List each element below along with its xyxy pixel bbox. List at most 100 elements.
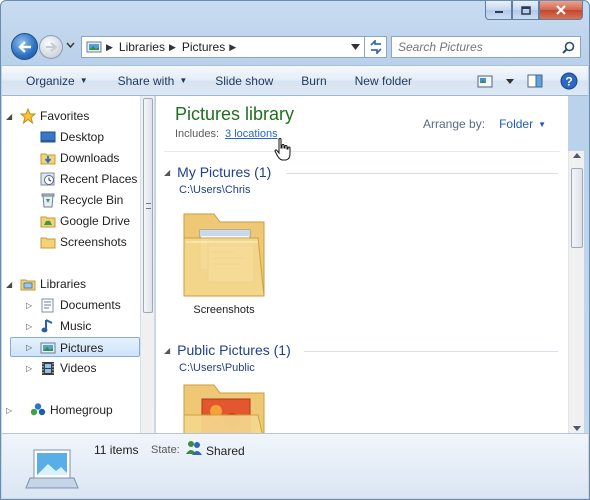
folder-item-screenshots[interactable]: Screenshots	[174, 208, 274, 320]
nav-scrollbar-thumb[interactable]	[143, 98, 153, 313]
collapsed-triangle-icon[interactable]: ▷	[6, 406, 12, 415]
header-divider	[164, 151, 560, 152]
burn-button[interactable]: Burn	[293, 69, 334, 93]
nav-item-screenshots[interactable]: Screenshots	[40, 232, 138, 252]
grip-icon	[146, 203, 151, 209]
nav-item-label: Screenshots	[60, 235, 127, 249]
nav-item-label: Favorites	[40, 109, 90, 123]
breadcrumb-pictures[interactable]: Pictures	[182, 40, 225, 54]
hand-cursor-icon	[274, 138, 291, 161]
maximize-button[interactable]	[512, 1, 539, 20]
address-bar[interactable]: ▶ Libraries ▶ Pictures ▶	[81, 36, 365, 58]
nav-homegroup[interactable]: ▷ Homegroup	[6, 400, 138, 420]
nav-item-pictures[interactable]: ▷ Pictures	[10, 337, 140, 357]
folder-with-screenshots-icon	[183, 213, 265, 297]
google-drive-folder-icon	[40, 216, 56, 228]
caption-buttons	[485, 1, 583, 20]
preview-pane-button[interactable]	[522, 69, 548, 93]
arrange-by-label: Arrange by:	[423, 117, 486, 131]
search-input[interactable]	[398, 40, 548, 54]
group-collapse-icon[interactable]: ◢	[164, 168, 170, 177]
nav-favorites[interactable]: ◢ Favorites	[6, 106, 138, 126]
minimize-button[interactable]	[485, 1, 512, 20]
new-folder-button[interactable]: New folder	[347, 69, 420, 93]
address-dropdown-icon[interactable]	[351, 44, 360, 50]
maximize-icon	[520, 5, 531, 15]
refresh-button[interactable]	[365, 36, 387, 58]
shared-users-icon	[186, 441, 202, 455]
search-icon[interactable]	[562, 41, 575, 54]
address-row: ▶ Libraries ▶ Pictures ▶	[9, 31, 581, 63]
nav-item-recent-places[interactable]: Recent Places	[40, 169, 138, 189]
close-button[interactable]	[539, 1, 583, 20]
nav-item-label: Documents	[60, 298, 121, 312]
nav-item-label: Libraries	[40, 277, 87, 291]
nav-item-google-drive[interactable]: Google Drive	[40, 211, 138, 231]
pictures-library-icon	[86, 41, 102, 53]
expanded-triangle-icon[interactable]: ◢	[6, 280, 12, 289]
close-icon	[556, 5, 566, 15]
collapsed-triangle-icon[interactable]: ▷	[26, 322, 32, 331]
content-scrollbar-thumb[interactable]	[571, 168, 583, 248]
view-options-icon	[477, 75, 493, 87]
library-includes: Includes: 3 locations	[175, 128, 278, 140]
nav-item-videos[interactable]: ▷ Videos	[26, 358, 138, 378]
slide-show-button[interactable]: Slide show	[207, 69, 281, 93]
share-with-button[interactable]: Share with ▼	[110, 69, 196, 93]
pictures-library-large-icon	[25, 449, 79, 489]
desktop-icon	[40, 131, 56, 143]
music-note-icon	[41, 319, 53, 333]
folder-with-pictures-icon	[183, 384, 265, 433]
forward-button[interactable]	[39, 35, 63, 59]
recycle-bin-icon	[41, 193, 55, 208]
arrange-by-dropdown[interactable]: Folder	[499, 117, 533, 131]
breadcrumb-separator[interactable]: ▶	[169, 42, 176, 53]
collapsed-triangle-icon[interactable]: ▷	[26, 301, 32, 310]
scroll-down-arrow-icon[interactable]	[573, 426, 581, 431]
nav-item-downloads[interactable]: Downloads	[40, 148, 138, 168]
breadcrumb-separator[interactable]: ▶	[229, 42, 236, 53]
group-header-public-pictures[interactable]: ◢ Public Pictures (1)	[164, 342, 291, 358]
content-scrollbar[interactable]	[568, 151, 584, 433]
breadcrumb-libraries[interactable]: Libraries	[119, 40, 165, 54]
group-title: My Pictures (1)	[177, 164, 272, 180]
search-box[interactable]	[391, 36, 581, 58]
nav-item-label: Recent Places	[60, 172, 138, 186]
nav-item-recycle-bin[interactable]: Recycle Bin	[40, 190, 138, 210]
nav-libraries[interactable]: ◢ Libraries	[6, 274, 138, 294]
film-strip-icon	[42, 362, 54, 375]
change-view-button[interactable]	[472, 69, 498, 93]
back-button[interactable]	[11, 33, 38, 60]
nav-item-music[interactable]: ▷ Music	[26, 316, 138, 336]
command-bar: Organize ▼ Share with ▼ Slide show Burn Ne…	[2, 65, 588, 96]
nav-item-label: Pictures	[60, 341, 104, 355]
file-item-label: Screenshots	[193, 304, 255, 316]
nav-item-label: Downloads	[60, 151, 120, 165]
item-count: 11 items	[94, 443, 139, 457]
nav-item-documents[interactable]: ▷ Documents	[26, 295, 138, 315]
collapsed-triangle-icon[interactable]: ▷	[26, 364, 32, 373]
collapsed-triangle-icon[interactable]: ▷	[26, 343, 32, 352]
group-collapse-icon[interactable]: ◢	[164, 346, 170, 355]
recent-places-icon	[40, 172, 55, 186]
navigation-pane: ◢ Favorites Desktop Downloads Recent Pla…	[2, 96, 141, 433]
organize-button[interactable]: Organize ▼	[18, 69, 96, 93]
chevron-down-icon[interactable]: ▼	[538, 120, 546, 129]
nav-item-label: Homegroup	[50, 403, 113, 417]
recent-pages-chevron-icon[interactable]	[66, 42, 75, 48]
nav-item-desktop[interactable]: Desktop	[40, 127, 138, 147]
expanded-triangle-icon[interactable]: ◢	[6, 112, 12, 121]
includes-locations-link[interactable]: 3 locations	[225, 128, 278, 140]
help-button[interactable]: ?	[556, 69, 582, 93]
scroll-up-arrow-icon[interactable]	[573, 153, 581, 158]
nav-pane-scrollbar[interactable]	[141, 96, 155, 433]
nav-item-label: Music	[60, 319, 92, 333]
group-header-my-pictures[interactable]: ◢ My Pictures (1)	[164, 164, 271, 180]
nav-item-label: Videos	[60, 361, 97, 375]
nav-item-label: Desktop	[60, 130, 105, 144]
pictures-library-icon	[40, 342, 56, 354]
view-dropdown-icon[interactable]	[506, 78, 514, 84]
folder-item-public[interactable]	[174, 381, 274, 433]
folder-icon	[40, 237, 56, 249]
group-divider	[304, 351, 558, 352]
